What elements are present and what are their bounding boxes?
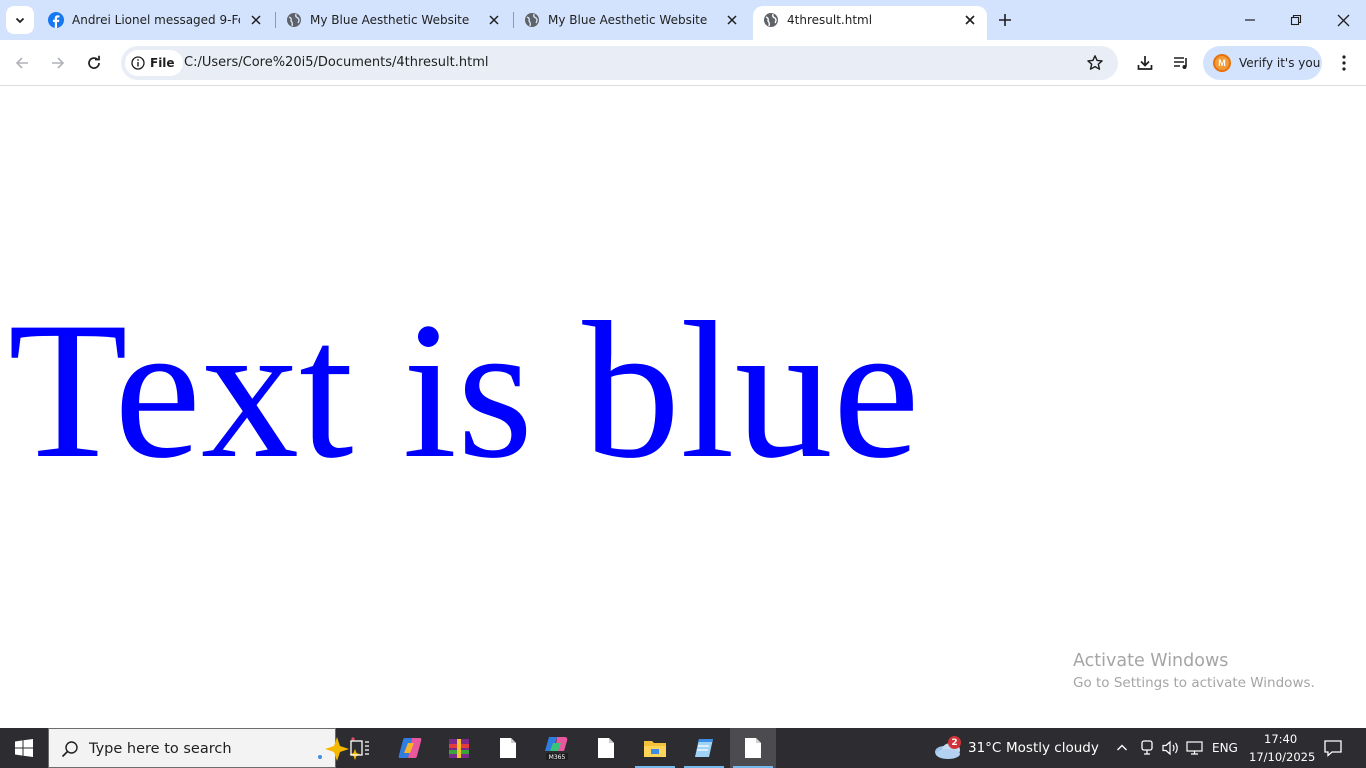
file-icon xyxy=(745,738,761,758)
verify-label: Verify it's you xyxy=(1239,56,1321,70)
chevron-up-icon[interactable] xyxy=(1116,742,1128,754)
facebook-icon xyxy=(48,12,64,28)
notepad-icon xyxy=(695,739,713,757)
url-text[interactable]: C:/Users/Core%20i5/Documents/4thresult.h… xyxy=(184,55,489,70)
windows-logo-icon xyxy=(15,739,33,757)
notifications-icon[interactable] xyxy=(1324,739,1342,757)
m365-icon: M365 xyxy=(545,737,568,761)
start-button[interactable] xyxy=(0,728,48,768)
weather-widget[interactable]: 2 31°C Mostly cloudy xyxy=(932,728,1102,768)
weather-temp: 31°C xyxy=(968,740,1002,756)
file-app-2[interactable] xyxy=(583,728,629,768)
weather-condition: Mostly cloudy xyxy=(1006,740,1099,756)
arrow-left-icon xyxy=(15,57,28,69)
back-button[interactable] xyxy=(8,49,36,77)
site-info-chip[interactable]: File xyxy=(125,50,183,76)
reload-button[interactable] xyxy=(80,49,108,77)
globe-icon xyxy=(287,13,301,27)
bookmark-star-icon[interactable] xyxy=(1086,54,1104,72)
taskbar-search-box[interactable]: Type here to search xyxy=(48,728,361,768)
tab-search-button[interactable] xyxy=(6,6,34,34)
globe-icon xyxy=(764,13,778,27)
browser-menu-button[interactable] xyxy=(1334,52,1354,74)
arrow-right-icon xyxy=(52,57,65,69)
meet-now-icon[interactable] xyxy=(1140,740,1154,756)
file-app-3[interactable] xyxy=(730,728,776,768)
winrar-app[interactable] xyxy=(436,728,482,768)
file-app-1[interactable] xyxy=(485,728,531,768)
tab-blue-aesthetic-1[interactable]: My Blue Aesthetic Website xyxy=(276,0,512,40)
more-vertical-icon xyxy=(1342,55,1346,71)
download-icon xyxy=(1137,56,1153,70)
minimize-icon xyxy=(1245,19,1255,21)
close-window-button[interactable] xyxy=(1320,0,1366,40)
close-tab-icon[interactable] xyxy=(486,12,502,28)
tab-blue-aesthetic-2[interactable]: My Blue Aesthetic Website xyxy=(514,0,750,40)
media-controls-button[interactable] xyxy=(1171,53,1191,73)
media-queue-icon xyxy=(1174,57,1187,69)
weather-alert-badge: 2 xyxy=(948,736,961,749)
chevron-down-icon xyxy=(15,17,25,24)
file-explorer-app[interactable] xyxy=(632,728,678,768)
search-icon xyxy=(61,741,78,758)
plus-icon xyxy=(999,14,1011,26)
winrar-icon xyxy=(449,739,469,758)
tab-4thresult[interactable]: 4thresult.html xyxy=(753,6,987,40)
close-tab-icon[interactable] xyxy=(248,12,264,28)
clock-time[interactable]: 17:40 xyxy=(1264,732,1297,746)
minimize-button[interactable] xyxy=(1227,0,1273,40)
language-indicator[interactable]: ENG xyxy=(1212,741,1238,755)
tab-title: My Blue Aesthetic Website xyxy=(548,13,708,27)
search-placeholder: Type here to search xyxy=(89,741,232,757)
globe-icon xyxy=(525,13,539,27)
network-icon[interactable] xyxy=(1186,740,1204,756)
tab-strip: Andrei Lionel messaged 9-Fertil My Blue … xyxy=(0,0,1366,40)
file-icon xyxy=(500,738,516,758)
page-heading-text: Text is blue xyxy=(8,282,920,499)
copilot-icon xyxy=(398,738,422,758)
file-icon xyxy=(598,738,614,758)
taskbar: Type here to search M365 2 31°C Mostly c… xyxy=(0,728,1366,768)
task-view-icon xyxy=(350,740,369,756)
tab-title: Andrei Lionel messaged 9-Fertil xyxy=(72,13,240,27)
file-explorer-icon xyxy=(644,741,666,757)
restore-button[interactable] xyxy=(1273,0,1319,40)
reload-icon xyxy=(88,55,100,69)
address-bar[interactable]: File C:/Users/Core%20i5/Documents/4thres… xyxy=(121,46,1118,80)
watermark-title: Activate Windows xyxy=(1073,651,1229,671)
svg-text:M365: M365 xyxy=(549,754,566,761)
task-view-button[interactable] xyxy=(337,728,383,768)
info-icon xyxy=(131,56,145,70)
restore-icon xyxy=(1290,14,1302,26)
new-tab-button[interactable] xyxy=(993,8,1017,32)
clock-date[interactable]: 17/10/2025 xyxy=(1249,750,1315,764)
forward-button[interactable] xyxy=(44,49,72,77)
tab-facebook[interactable]: Andrei Lionel messaged 9-Fertil xyxy=(38,0,272,40)
volume-icon[interactable] xyxy=(1162,740,1180,756)
page-viewport: Text is blue xyxy=(0,87,1366,728)
notepad-app[interactable] xyxy=(681,728,727,768)
watermark-subtitle: Go to Settings to activate Windows. xyxy=(1073,675,1315,691)
downloads-button[interactable] xyxy=(1135,53,1155,73)
windows-activation-watermark: Activate Windows Go to Settings to activ… xyxy=(1073,651,1315,691)
profile-verify-chip[interactable]: M Verify it's you xyxy=(1203,46,1322,80)
close-icon xyxy=(1337,14,1349,26)
browser-toolbar: File C:/Users/Core%20i5/Documents/4thres… xyxy=(0,40,1366,86)
m365-app[interactable]: M365 xyxy=(534,728,580,768)
close-tab-icon[interactable] xyxy=(962,12,978,28)
avatar: M xyxy=(1213,54,1231,72)
tab-title: My Blue Aesthetic Website xyxy=(310,13,470,27)
close-tab-icon[interactable] xyxy=(724,12,740,28)
copilot-app[interactable] xyxy=(387,728,433,768)
tab-title: 4thresult.html xyxy=(787,13,873,27)
scheme-label: File xyxy=(150,56,175,70)
